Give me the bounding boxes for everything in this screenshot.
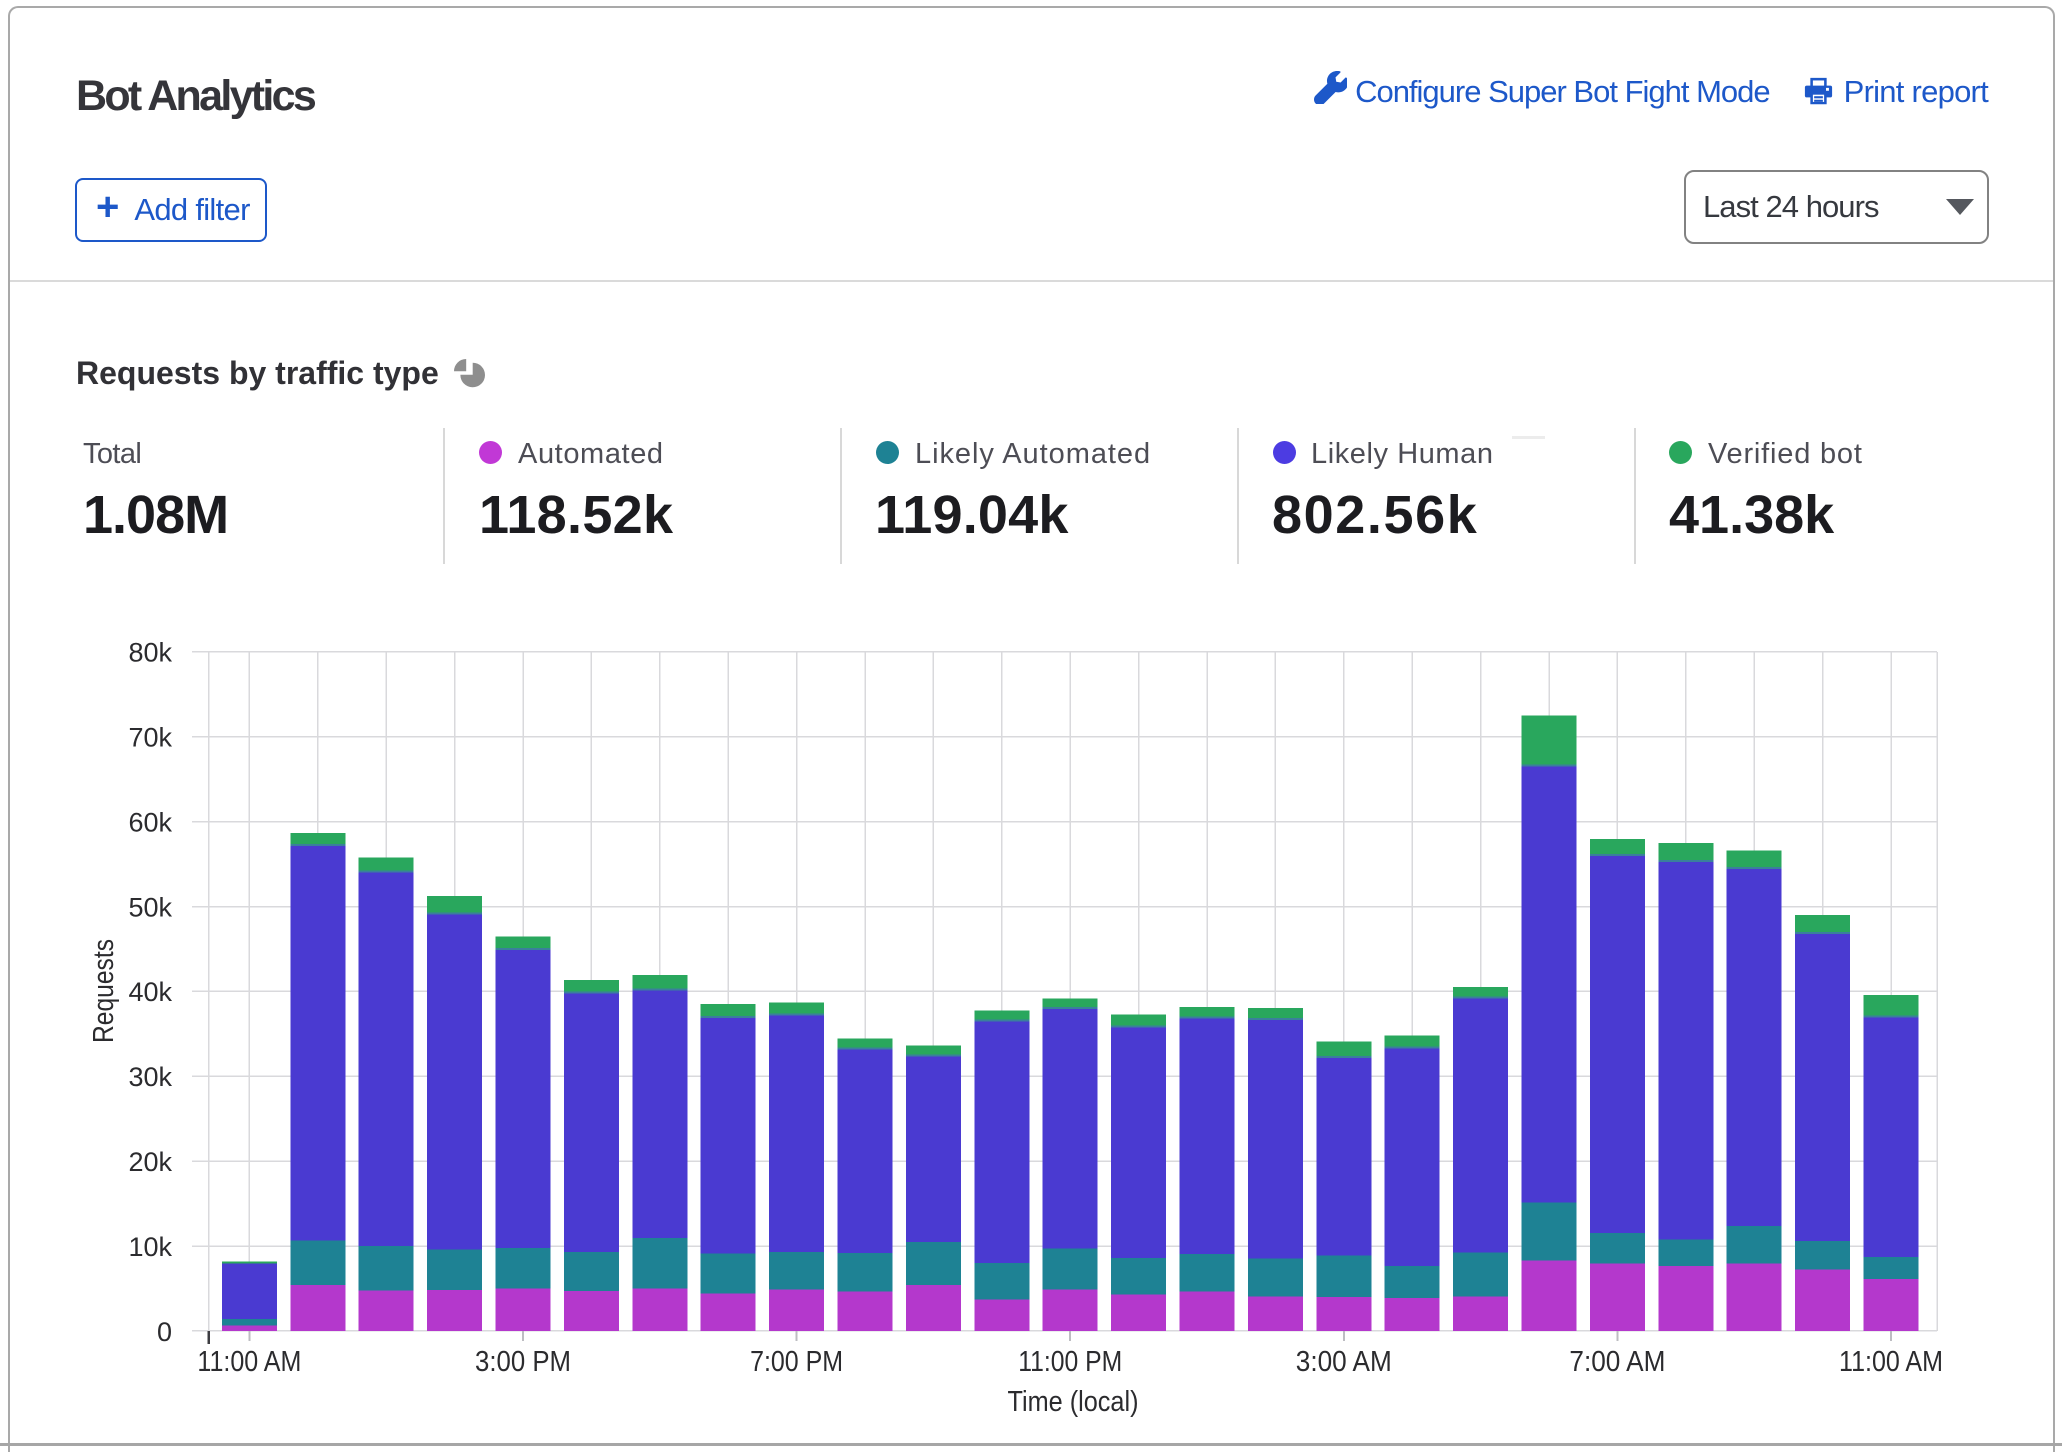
- svg-text:Requests: Requests: [88, 939, 120, 1043]
- svg-text:Time (local): Time (local): [1008, 1386, 1139, 1418]
- svg-text:30k: 30k: [128, 1062, 172, 1092]
- svg-text:3:00 PM: 3:00 PM: [475, 1346, 571, 1378]
- svg-text:50k: 50k: [128, 892, 172, 922]
- svg-text:70k: 70k: [128, 723, 172, 753]
- svg-text:0: 0: [157, 1317, 172, 1347]
- svg-text:40k: 40k: [128, 977, 172, 1007]
- svg-text:10k: 10k: [128, 1232, 172, 1262]
- svg-text:7:00 AM: 7:00 AM: [1569, 1346, 1665, 1378]
- svg-text:3:00 AM: 3:00 AM: [1296, 1346, 1392, 1378]
- svg-text:7:00 PM: 7:00 PM: [750, 1346, 843, 1378]
- svg-text:11:00 AM: 11:00 AM: [197, 1346, 301, 1378]
- svg-text:20k: 20k: [128, 1147, 172, 1177]
- svg-text:80k: 80k: [128, 638, 172, 668]
- svg-text:11:00 PM: 11:00 PM: [1018, 1346, 1122, 1378]
- svg-text:11:00 AM: 11:00 AM: [1839, 1346, 1943, 1378]
- svg-text:60k: 60k: [128, 807, 172, 837]
